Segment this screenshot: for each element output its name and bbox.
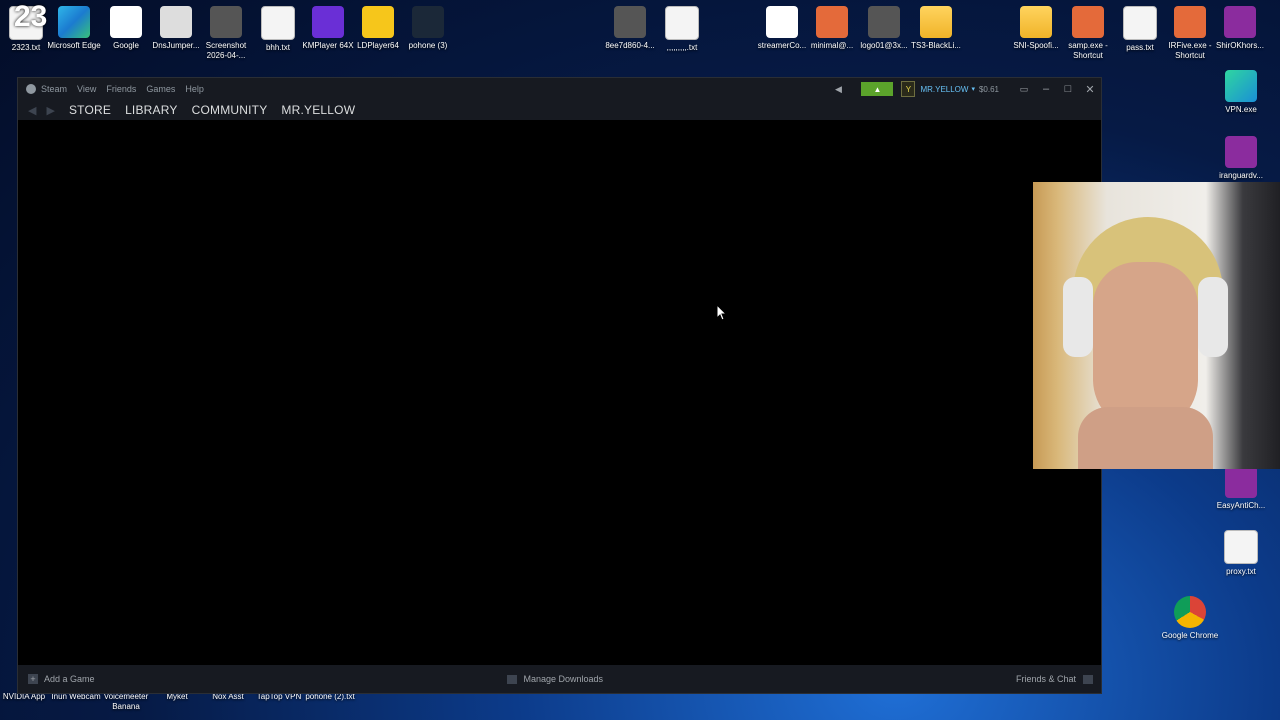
desktop-icon[interactable]: EasyAntiCh... xyxy=(1211,466,1271,511)
avatar[interactable]: Y xyxy=(901,81,916,97)
steam-navbar: ◀ ▶ STORE LIBRARY COMMUNITY MR.YELLOW xyxy=(18,100,1101,120)
desktop-icon[interactable]: ,,,,,,,,,.txt xyxy=(652,6,712,53)
forward-arrow-icon[interactable]: ▶ xyxy=(46,104,54,117)
mouse-cursor-icon xyxy=(716,303,728,326)
menu-friends[interactable]: Friends xyxy=(106,84,136,94)
maximize-icon[interactable]: □ xyxy=(1057,83,1079,95)
image-icon xyxy=(210,6,242,38)
webcam-overlay xyxy=(1033,182,1280,469)
wallet-balance: $0.61 xyxy=(978,84,999,94)
ldplayer-icon xyxy=(362,6,394,38)
tab-profile[interactable]: MR.YELLOW xyxy=(281,103,355,117)
image-icon xyxy=(614,6,646,38)
desktop-icon-label: ShirOKhors... xyxy=(1215,41,1264,50)
desktop-icon-label: ,,,,,,,,,.txt xyxy=(666,43,698,52)
qr-icon xyxy=(766,6,798,38)
account-name[interactable]: MR.YELLOW xyxy=(920,85,968,94)
chrome-icon xyxy=(1174,596,1206,628)
announcements-icon[interactable]: ◀ xyxy=(825,81,851,97)
desktop-icon[interactable]: 8ee7d860-4... xyxy=(600,6,660,51)
desktop-icon-label: iranguardv... xyxy=(1219,171,1263,180)
menu-games[interactable]: Games xyxy=(146,84,175,94)
desktop-icon-label: SNI-Spoofi... xyxy=(1013,41,1059,50)
desktop-icon[interactable]: Google Chrome xyxy=(1160,596,1220,641)
text-file-icon xyxy=(1224,530,1258,564)
desktop-icon[interactable]: pohone (3) xyxy=(398,6,458,51)
app-icon xyxy=(1072,6,1104,38)
desktop-icon[interactable]: Screenshot 2026-04-... xyxy=(196,6,256,61)
text-file-icon xyxy=(1123,6,1157,40)
desktop-icon[interactable]: TS3-BlackLi... xyxy=(906,6,966,51)
desktop-icon-label: minimal@... xyxy=(810,41,854,50)
desktop-icon[interactable]: proxy.txt xyxy=(1211,530,1271,577)
tab-community[interactable]: COMMUNITY xyxy=(192,103,268,117)
text-file-icon xyxy=(261,6,295,40)
folder-icon xyxy=(920,6,952,38)
friends-chat-icon[interactable] xyxy=(1083,674,1093,684)
desktop-icon-label: pohone (3) xyxy=(408,41,448,50)
tab-store[interactable]: STORE xyxy=(69,103,111,117)
webcam-person xyxy=(1058,217,1228,469)
edge-icon xyxy=(58,6,90,38)
image-icon xyxy=(868,6,900,38)
desktop-icon-label: 8ee7d860-4... xyxy=(605,41,655,50)
desktop-icon-label: Microsoft Edge xyxy=(47,41,101,50)
desktop-icon-label: Screenshot 2026-04-... xyxy=(205,41,247,60)
kmplayer-icon xyxy=(312,6,344,38)
add-game-button[interactable]: Add a Game xyxy=(44,674,95,684)
desktop-icon-label: VPN.exe xyxy=(1225,105,1257,114)
text-file-icon xyxy=(665,6,699,40)
steam-window: Steam View Friends Games Help ◀ ▲ Y MR.Y… xyxy=(17,77,1102,694)
steam-icon xyxy=(412,6,444,38)
desktop-icon[interactable]: VPN.exe xyxy=(1211,70,1271,115)
desktop-icon[interactable]: samp.exe - Shortcut xyxy=(1058,6,1118,61)
app-icon xyxy=(816,6,848,38)
steam-titlebar: Steam View Friends Games Help ◀ ▲ Y MR.Y… xyxy=(18,78,1101,100)
winrar-icon xyxy=(1225,466,1257,498)
add-game-icon[interactable]: + xyxy=(28,674,38,684)
desktop-icon-label: logo01@3x... xyxy=(860,41,908,50)
google-icon xyxy=(110,6,142,38)
back-arrow-icon[interactable]: ◀ xyxy=(28,104,36,117)
desktop-icon[interactable]: Microsoft Edge xyxy=(44,6,104,51)
chevron-down-icon[interactable]: ▾ xyxy=(971,85,975,93)
desktop-icon-label: TS3-BlackLi... xyxy=(911,41,961,50)
desktop-icon[interactable]: minimal@... xyxy=(802,6,862,51)
manage-downloads-button[interactable]: Manage Downloads xyxy=(523,674,603,684)
notifications-icon[interactable]: ▲ xyxy=(861,82,894,96)
winrar-icon xyxy=(1224,6,1256,38)
file-icon xyxy=(160,6,192,38)
minimize-icon[interactable]: – xyxy=(1035,83,1057,95)
steam-logo-icon xyxy=(26,84,36,94)
menu-view[interactable]: View xyxy=(77,84,96,94)
desktop-icon[interactable]: ShirOKhors... xyxy=(1210,6,1270,51)
menu-help[interactable]: Help xyxy=(185,84,204,94)
steam-content-area xyxy=(18,120,1101,665)
desktop-icon[interactable]: iranguardv... xyxy=(1211,136,1271,181)
desktop-icon[interactable]: logo01@3x... xyxy=(854,6,914,51)
winrar-icon xyxy=(1225,136,1257,168)
desktop-big-number: 23 xyxy=(14,0,48,33)
steam-footer: + Add a Game Manage Downloads Friends & … xyxy=(18,665,1101,693)
tab-library[interactable]: LIBRARY xyxy=(125,103,178,117)
friends-chat-button[interactable]: Friends & Chat xyxy=(1016,674,1076,684)
desktop-icon-label: proxy.txt xyxy=(1226,567,1256,576)
app-icon xyxy=(1174,6,1206,38)
desktop-icon-label: EasyAntiCh... xyxy=(1216,501,1266,510)
big-picture-icon[interactable]: ▭ xyxy=(1013,84,1035,95)
downloads-icon[interactable] xyxy=(507,674,518,684)
steam-menu-title[interactable]: Steam xyxy=(41,84,67,94)
folder-icon xyxy=(1020,6,1052,38)
app-icon xyxy=(1225,70,1257,102)
desktop-icon[interactable]: SNI-Spoofi... xyxy=(1006,6,1066,51)
desktop-icon-label: Google Chrome xyxy=(1161,631,1219,640)
desktop-icon-label: samp.exe - Shortcut xyxy=(1068,41,1108,60)
close-icon[interactable]: ✕ xyxy=(1079,83,1101,96)
